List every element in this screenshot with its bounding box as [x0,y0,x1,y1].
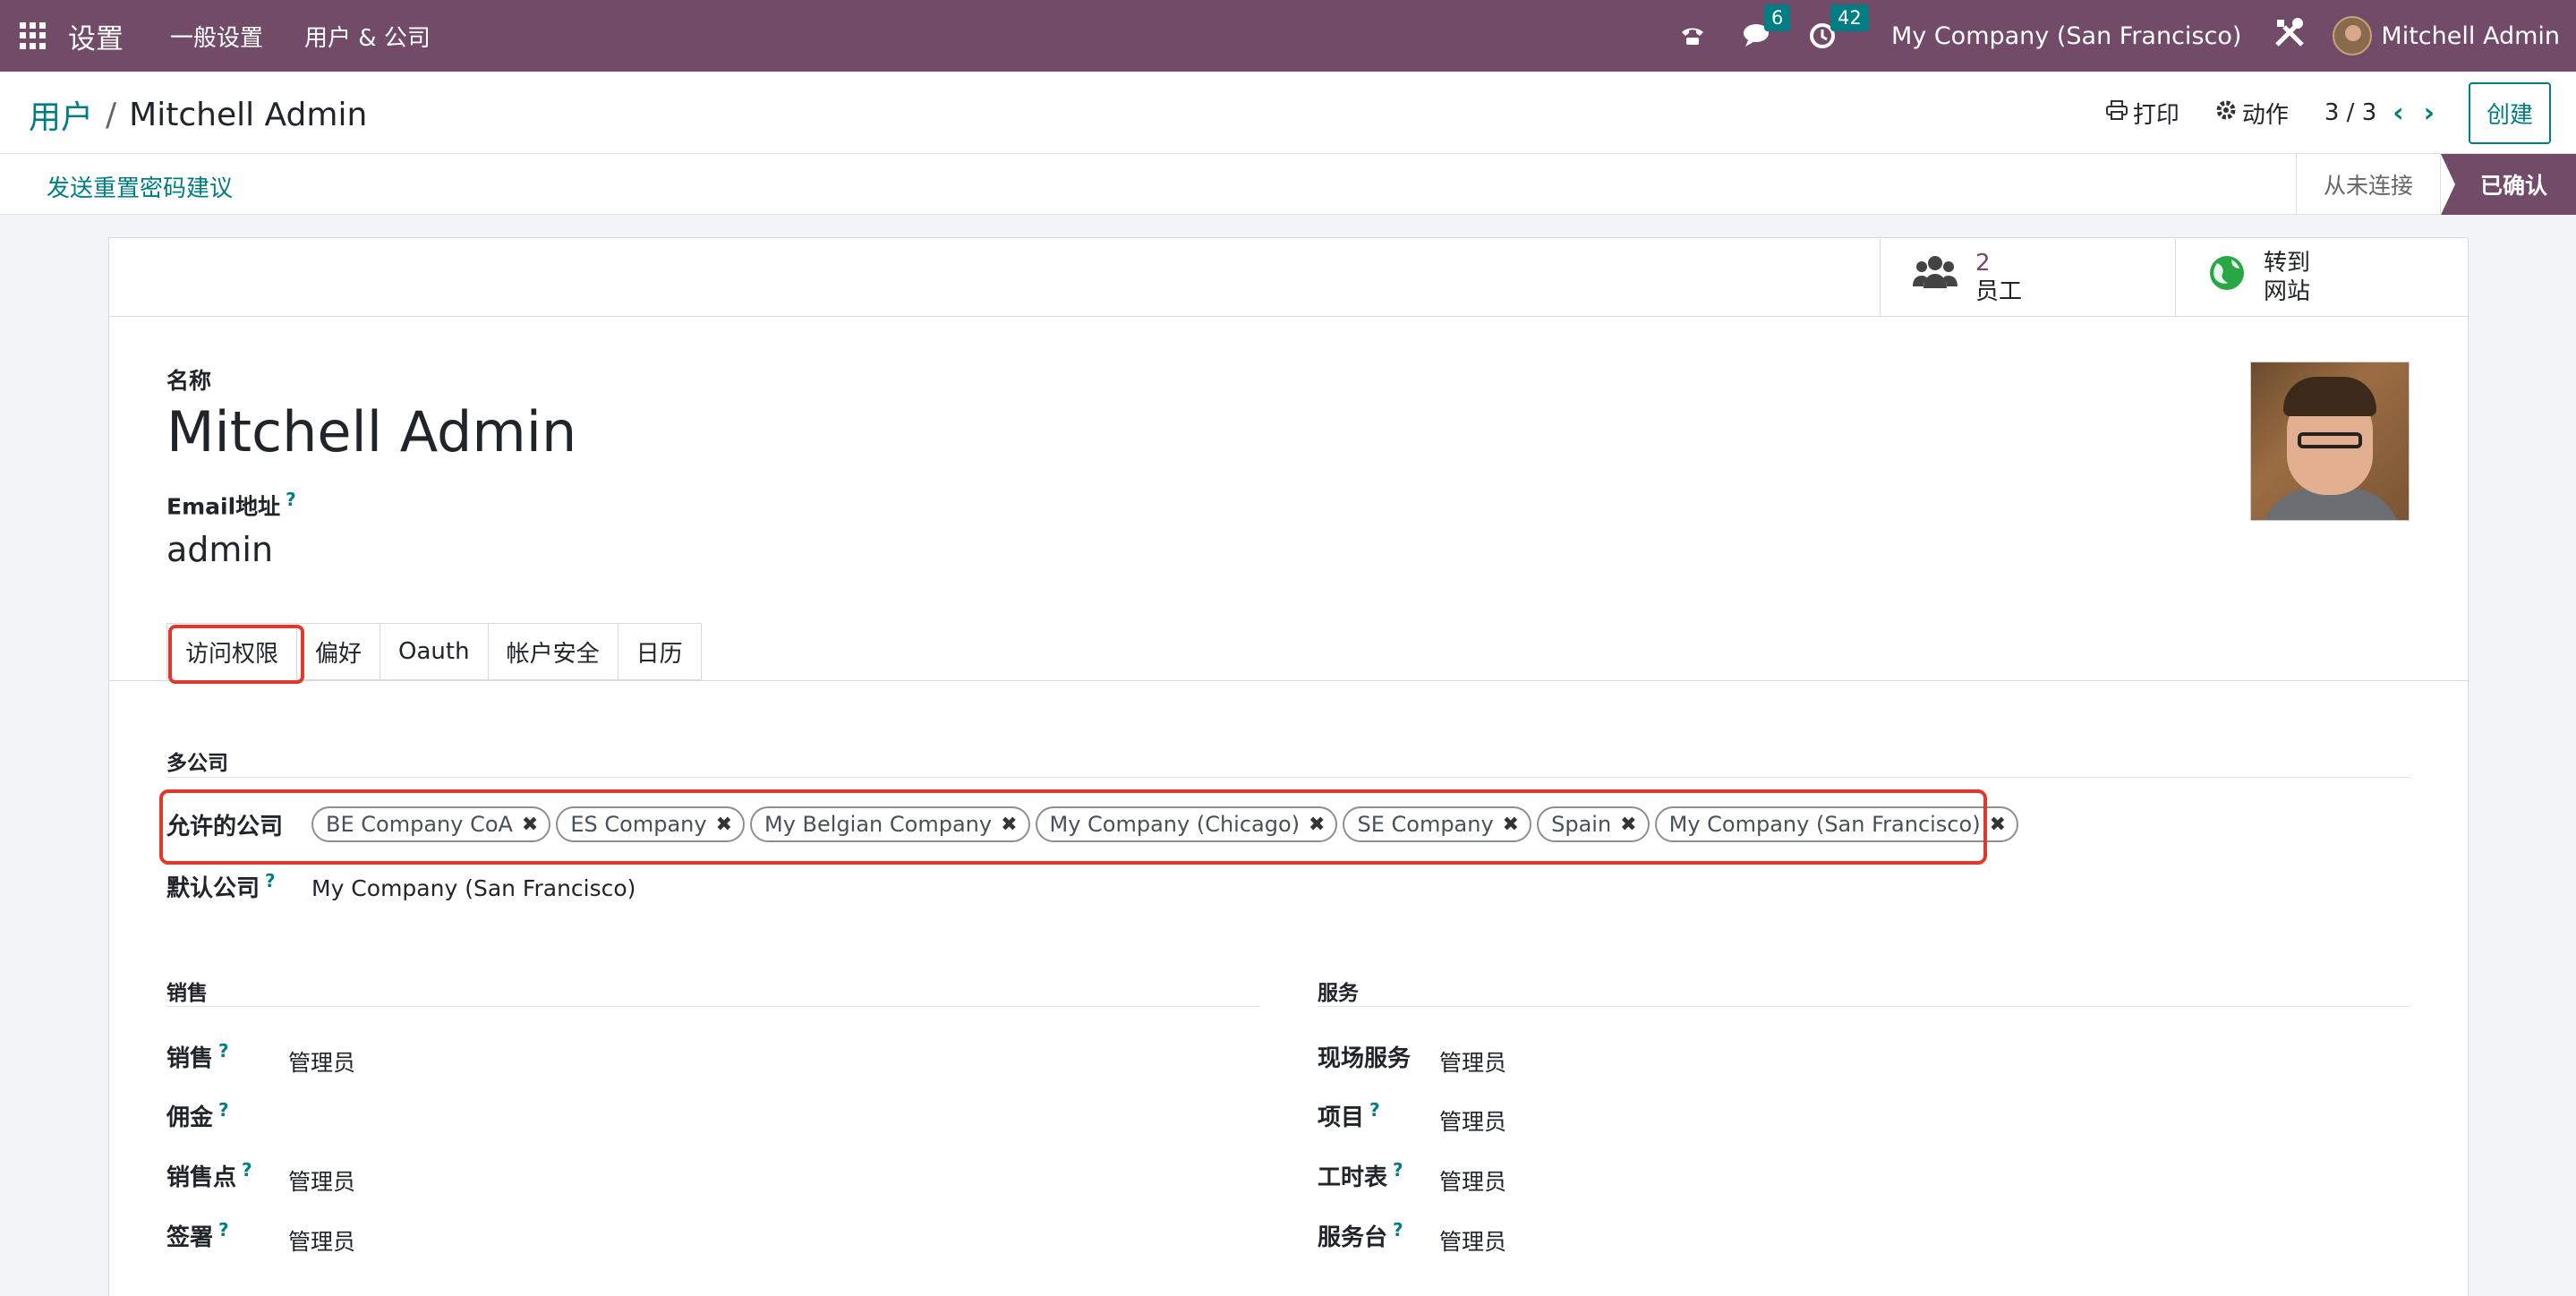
timesheet-rights-value[interactable]: 管理员 [1439,1164,1506,1197]
services-divider [1318,1006,2410,1007]
timesheet-rights-label: 工时表? [1318,1159,1403,1191]
name-label: 名称 [166,368,212,394]
project-rights-label: 项目? [1318,1099,1380,1131]
pos-rights-value[interactable]: 管理员 [288,1164,355,1197]
control-panel: 用户 / Mitchell Admin 打印 动作 3 / 3 ‹ › 创建 [0,72,2576,154]
menu-general-settings[interactable]: 一般设置 [170,20,263,53]
print-label: 打印 [2132,101,2179,129]
form-statusbar: 发送重置密码建议 从未连接 已确认 [0,154,2576,215]
helpdesk-rights-value[interactable]: 管理员 [1439,1224,1506,1257]
sign-rights-value[interactable]: 管理员 [288,1224,355,1257]
website-smart-button[interactable]: 转到 网站 [2175,238,2469,317]
services-section-title: 服务 [1318,982,1359,1005]
gear-icon [2215,99,2237,126]
employees-count: 2 [1975,250,1991,277]
field-service-rights-value[interactable]: 管理员 [1439,1045,1506,1078]
users-icon [1913,253,1958,302]
chevron-left-icon[interactable]: ‹ [2393,98,2403,129]
commission-help-icon[interactable]: ? [218,1099,229,1121]
tab-preferences[interactable]: 偏好 [296,623,381,680]
pos-help-icon[interactable]: ? [242,1159,252,1181]
tools-icon[interactable] [2273,16,2306,56]
multi-company-divider [166,777,2410,778]
top-navbar: 设置 一般设置 用户 & 公司 6 42 My Company (San Fra… [0,0,2576,72]
multi-company-section-title: 多公司 [166,752,228,775]
commission-rights-label: 佣金? [166,1099,229,1131]
default-company-help-icon[interactable]: ? [265,870,276,891]
menu-users-companies[interactable]: 用户 & 公司 [304,20,431,53]
breadcrumb: 用户 / Mitchell Admin [29,91,367,138]
app-title[interactable]: 设置 [68,16,124,56]
remove-tag-icon[interactable]: ✖ [1990,814,2006,836]
create-button[interactable]: 创建 [2468,81,2551,144]
helpdesk-rights-label: 服务台? [1318,1219,1403,1251]
breadcrumb-separator: / [106,96,117,133]
project-rights-value[interactable]: 管理员 [1439,1104,1506,1137]
default-company-field[interactable]: My Company (San Francisco) [311,875,635,901]
email-help-icon[interactable]: ? [286,489,296,510]
chat-count-badge: 6 [1763,4,1791,31]
employees-label: 员工 [1975,278,2023,305]
tab-oauth[interactable]: Oauth [380,623,489,680]
sales-rights-label: 销售? [166,1040,229,1072]
stage-confirmed[interactable]: 已确认 [2439,154,2576,215]
website-label-line1: 转到 [2264,250,2311,277]
allowed-companies-highlight-box [159,789,1987,865]
action-label: 动作 [2241,101,2289,129]
company-switcher[interactable]: My Company (San Francisco) [1891,22,2241,50]
status-stages: 从未连接 已确认 [2295,154,2576,215]
tab-account-security[interactable]: 帐户安全 [487,623,618,680]
globe-icon [2208,253,2246,302]
sign-help-icon[interactable]: ? [218,1219,229,1241]
pager-value[interactable]: 3 / 3 [2324,99,2376,126]
default-company-label: 默认公司? [166,870,276,902]
user-menu[interactable]: Mitchell Admin [2381,22,2560,50]
website-label-line2: 网站 [2264,278,2311,305]
clock-icon[interactable]: 42 [1809,4,1869,49]
phone-icon[interactable] [1678,21,1707,50]
stage-never-connected[interactable]: 从未连接 [2295,154,2440,215]
navbar-systray: 6 42 My Company (San Francisco) Mitchell… [1678,0,2576,72]
smart-button-box: 2 员工 转到 网站 [109,238,2469,317]
sales-rights-value[interactable]: 管理员 [288,1045,355,1078]
apps-grid-icon[interactable] [20,22,47,49]
sales-section-title: 销售 [166,982,208,1005]
employees-smart-button[interactable]: 2 员工 [1880,238,2176,317]
breadcrumb-current: Mitchell Admin [129,96,368,133]
sales-help-icon[interactable]: ? [218,1040,229,1062]
tabs-divider [109,680,2469,681]
breadcrumb-users-link[interactable]: 用户 [29,91,93,138]
tab-calendar[interactable]: 日历 [617,623,702,680]
user-photo[interactable] [2250,362,2410,521]
sign-rights-label: 签署? [166,1219,229,1251]
action-button[interactable]: 动作 [2215,97,2289,130]
form-sheet: 2 员工 转到 网站 名称 Mitchell Admin Email地址? ad… [108,237,2469,1296]
name-field[interactable]: Mitchell Admin [166,399,576,465]
field-service-rights-label: 现场服务 [1318,1045,1412,1072]
pos-rights-label: 销售点? [166,1159,252,1191]
print-button[interactable]: 打印 [2105,97,2179,130]
print-icon [2105,100,2128,125]
email-field[interactable]: admin [166,530,273,569]
chat-icon[interactable]: 6 [1743,4,1791,49]
email-label: Email地址? [166,489,296,520]
chevron-right-icon[interactable]: › [2424,98,2435,129]
activity-count-badge: 42 [1830,4,1869,31]
helpdesk-help-icon[interactable]: ? [1393,1219,1403,1241]
avatar[interactable] [2333,16,2373,55]
project-help-icon[interactable]: ? [1369,1099,1380,1121]
timesheet-help-icon[interactable]: ? [1393,1159,1403,1181]
send-reset-password-button[interactable]: 发送重置密码建议 [47,170,233,203]
access-tab-highlight-box [168,625,304,684]
sales-divider [166,1006,1260,1007]
